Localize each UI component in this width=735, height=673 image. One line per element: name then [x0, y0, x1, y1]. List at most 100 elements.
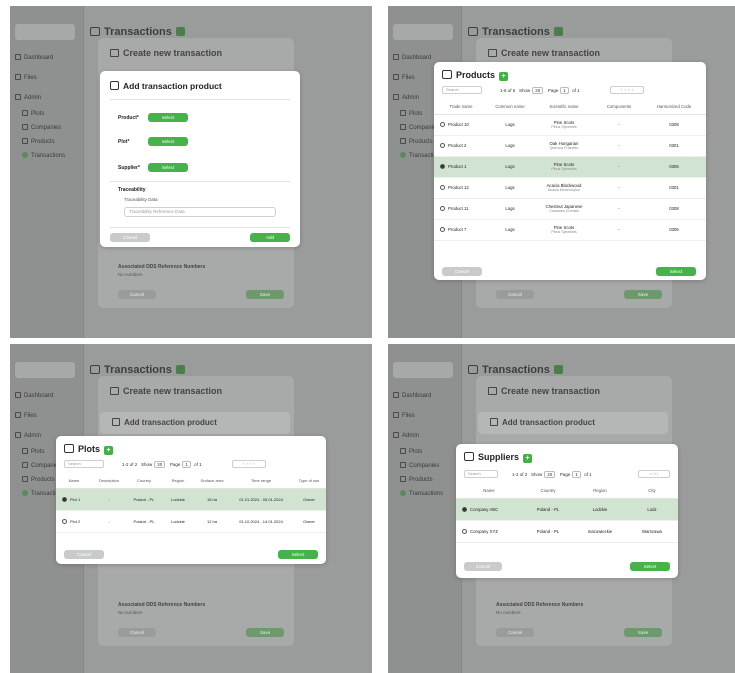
select-button[interactable]: Select — [278, 550, 318, 559]
sidebar-item-transactions[interactable]: Transactions — [400, 490, 443, 497]
cancel-button[interactable]: Cancel — [496, 628, 534, 637]
column-header[interactable]: Scientific name — [532, 100, 596, 115]
sidebar-item-transactions[interactable]: Transactions — [22, 152, 65, 159]
sidebar-item-files[interactable]: Files — [15, 74, 37, 81]
select-button[interactable]: Select — [656, 267, 696, 276]
radio-button[interactable] — [440, 227, 445, 232]
column-header[interactable]: City — [626, 484, 678, 499]
pagination-controls[interactable]: ‹ ‹ › › — [232, 460, 266, 468]
sidebar-item-companies[interactable]: Companies — [22, 124, 61, 131]
search-input[interactable]: Search — [64, 460, 104, 468]
column-header[interactable]: Region — [162, 474, 194, 489]
table-row[interactable]: Product 11 Logs Chestnut Japanese Castanea … — [434, 198, 706, 220]
add-product-icon[interactable]: + — [499, 72, 509, 81]
table-row[interactable]: Company XYZ Poland - PL mazowieckie Warszaw… — [456, 520, 678, 543]
save-button[interactable]: Save — [246, 628, 284, 637]
sidebar-item-companies[interactable]: Companies — [400, 462, 439, 469]
sidebar-item-plots[interactable]: Plots — [22, 110, 44, 117]
page-number-input[interactable]: 1 — [572, 471, 581, 478]
pagination-controls[interactable]: ‹ ‹ › › — [610, 86, 644, 94]
column-header[interactable]: Type of use — [292, 474, 326, 489]
table-row-selected[interactable]: Plot 1 - Poland - PL Lodzkie 15 ha 01.01.2024… — [56, 488, 326, 511]
add-icon[interactable] — [175, 27, 185, 36]
sidebar-item-plots[interactable]: Plots — [22, 448, 44, 455]
page-number-input[interactable]: 1 — [560, 87, 569, 94]
sidebar-item-products[interactable]: Products — [22, 476, 55, 483]
cancel-button[interactable]: Cancel — [118, 290, 156, 299]
cancel-button[interactable]: Cancel — [118, 628, 156, 637]
save-button[interactable]: Save — [624, 290, 662, 299]
page-size-select[interactable]: 20 — [532, 87, 544, 94]
sidebar-item-dashboard[interactable]: Dashboard — [393, 392, 431, 399]
sidebar-item-admin[interactable]: Admin — [15, 94, 41, 101]
select-button[interactable]: Select — [630, 562, 670, 571]
cancel-button[interactable]: Cancel — [110, 233, 150, 242]
radio-button[interactable] — [62, 518, 67, 524]
add-plot-icon[interactable]: + — [104, 446, 114, 455]
sidebar-item-products[interactable]: Products — [400, 476, 433, 483]
sidebar-item-dashboard[interactable]: Dashboard — [393, 54, 431, 61]
cancel-button[interactable]: Cancel — [64, 550, 104, 559]
table-row[interactable]: Product 12 Logs Acacia Blackwood Acacia Mel… — [434, 177, 706, 199]
sidebar-item-dashboard[interactable]: Dashboard — [15, 392, 53, 399]
sidebar-item-files[interactable]: Files — [15, 412, 37, 419]
select-plot-button[interactable]: Select — [148, 137, 188, 146]
sidebar-item-plots[interactable]: Plots — [400, 448, 422, 455]
column-header[interactable]: Country — [126, 474, 162, 489]
add-supplier-icon[interactable]: + — [523, 454, 533, 463]
select-supplier-button[interactable]: Select — [148, 163, 188, 172]
radio-button-checked[interactable] — [462, 506, 467, 512]
radio-button[interactable] — [440, 185, 445, 190]
table-row-selected[interactable]: Product 1 Logs Pine Scots Pinus Sylvestris -… — [434, 156, 706, 178]
cancel-button[interactable]: Cancel — [496, 290, 534, 299]
sidebar-item-admin[interactable]: Admin — [393, 432, 419, 439]
page-size-select[interactable]: 20 — [544, 471, 556, 478]
sidebar-item-admin[interactable]: Admin — [15, 432, 41, 439]
table-row[interactable]: Product 10 Logs Pine Scots Pinus Sylvestris… — [434, 114, 706, 136]
components-cell: - — [596, 114, 642, 136]
column-header[interactable]: Surface area — [194, 474, 230, 489]
page-size-select[interactable]: 20 — [154, 461, 166, 468]
column-header[interactable]: Harmonized Code — [642, 100, 706, 115]
sidebar-item-dashboard[interactable]: Dashboard — [15, 54, 53, 61]
save-button[interactable]: Save — [624, 628, 662, 637]
search-input[interactable]: Search — [464, 470, 498, 478]
sidebar-item-products[interactable]: Products — [22, 138, 55, 145]
cancel-button[interactable]: Cancel — [464, 562, 502, 571]
sidebar-item-files[interactable]: Files — [393, 74, 415, 81]
table-row[interactable]: Product 7 Logs Pine Scots Pinus Sylvestris -… — [434, 219, 706, 241]
search-input[interactable]: Search — [442, 86, 482, 94]
column-header[interactable]: Name — [56, 474, 92, 489]
add-icon[interactable] — [175, 365, 185, 374]
radio-button-checked[interactable] — [440, 164, 445, 169]
column-header[interactable]: Description — [92, 474, 126, 489]
column-header[interactable]: Region — [574, 484, 626, 499]
radio-button[interactable] — [440, 206, 445, 211]
column-header[interactable]: Components — [596, 100, 642, 115]
add-button[interactable]: Add — [250, 233, 290, 242]
column-header[interactable]: Trade name — [434, 100, 488, 115]
table-row[interactable]: Product 2 Logs Oak Hungarian Quercus Fraine… — [434, 135, 706, 157]
table-row[interactable]: Plot 2 - Poland - PL Lodzkie 12 ha 01.10.2024… — [56, 510, 326, 533]
pagination-controls[interactable]: ‹ ‹ › › — [638, 470, 670, 478]
traceability-input[interactable]: Traceability Reference Data — [124, 207, 276, 217]
add-icon[interactable] — [553, 27, 563, 36]
sidebar-item-plots[interactable]: Plots — [400, 110, 422, 117]
radio-button[interactable] — [462, 528, 467, 534]
table-row-selected[interactable]: Company ABC Poland - PL Lodzkie Lodz — [456, 498, 678, 521]
radio-button[interactable] — [440, 143, 445, 148]
radio-button-checked[interactable] — [62, 496, 67, 502]
column-header[interactable]: Name — [456, 484, 522, 499]
add-icon[interactable] — [553, 365, 563, 374]
radio-button[interactable] — [440, 122, 445, 127]
sidebar-item-admin[interactable]: Admin — [393, 94, 419, 101]
column-header[interactable]: Time range — [230, 474, 292, 489]
sidebar-item-files[interactable]: Files — [393, 412, 415, 419]
column-header[interactable]: Country — [522, 484, 574, 499]
save-button[interactable]: Save — [246, 290, 284, 299]
column-header[interactable]: Common name — [488, 100, 532, 115]
select-product-button[interactable]: Select — [148, 113, 188, 122]
page-number-input[interactable]: 1 — [182, 461, 191, 468]
cancel-button[interactable]: Cancel — [442, 267, 482, 276]
sidebar-item-products[interactable]: Products — [400, 138, 433, 145]
